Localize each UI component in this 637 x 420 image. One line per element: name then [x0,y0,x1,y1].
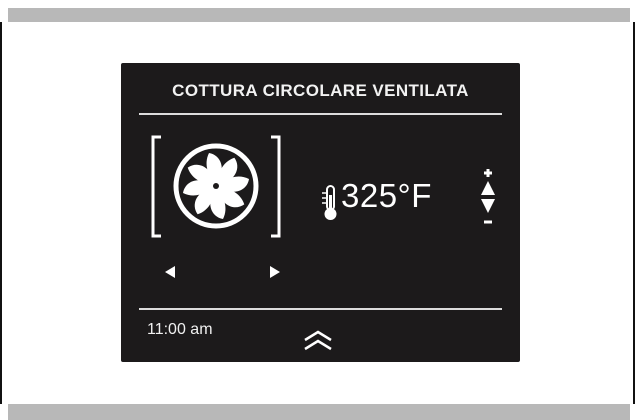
left-bracket-icon [151,135,161,238]
temperature-stepper[interactable] [478,167,498,227]
arrow-right-icon[interactable] [270,266,280,278]
thermometer-icon [322,185,337,220]
arrow-left-icon[interactable] [165,266,175,278]
double-chevron-up-icon[interactable] [301,329,335,353]
footer-divider [139,308,502,310]
temperature-value: 325°F [341,177,432,214]
cooking-mode-title: COTTURA CIRCOLARE VENTILATA [172,81,469,100]
oven-display: COTTURA CIRCOLARE VENTILATA 325°F 11:00 … [121,63,520,362]
frame-left-edge [0,22,2,404]
right-bracket-icon [271,135,281,238]
frame-top-bar [8,8,630,22]
increase-icon [481,169,495,195]
decrease-icon [481,199,495,224]
frame-bottom-bar [8,404,630,420]
title-divider [139,113,502,115]
mode-selector[interactable] [151,135,281,238]
clock: 11:00 am [147,321,213,338]
frame-right-edge [633,22,635,404]
fan-icon [173,143,259,229]
